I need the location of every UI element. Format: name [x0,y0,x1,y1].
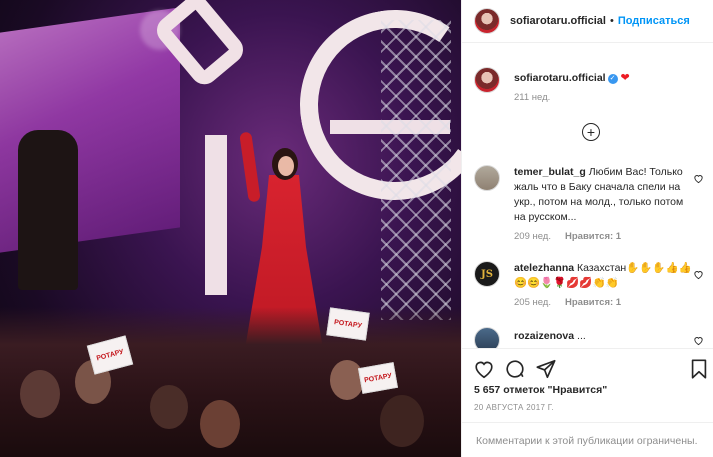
commenter-username[interactable]: temer_bulat_g [514,166,586,178]
author-username[interactable]: sofiarotaru.official [510,15,606,27]
comment-meta: 205 нед. Нравится: 1 [514,295,694,310]
caption-username[interactable]: sofiarotaru.official [514,72,606,84]
commenter-username[interactable]: atelezhanna [514,262,574,274]
author-avatar[interactable] [474,67,500,93]
commenter-avatar[interactable] [474,327,500,348]
comment-body: temer_bulat_g Любим Вас! Только жаль что… [514,165,694,244]
follow-button[interactable]: Подписаться [618,15,690,27]
comment-meta: 209 нед. Нравится: 1 [514,229,694,244]
verified-icon: ✓ [607,74,618,84]
comments-list[interactable]: sofiarotaru.official ✓ ❤ 211 нед. + temer… [462,43,713,348]
comment-likes[interactable]: Нравится: 1 [565,231,621,242]
stage-truss [381,20,451,320]
like-comment-heart-icon[interactable] [693,173,704,184]
bookmark-icon[interactable] [688,358,710,380]
comment-body: atelezhanna Казахстан✋✋✋👍👍😊😊🌷🌹💋💋👏👏 205 н… [514,261,694,310]
fan-sign: РОТАРУ [326,307,370,341]
guitarist [18,130,78,290]
post-photo[interactable]: РОТАРУ РОТАРУ РОТАРУ [0,0,461,457]
like-heart-icon[interactable] [473,358,495,380]
crowd-head [330,360,364,400]
post-sidebar: sofiarotaru.official • Подписаться sofia… [461,0,713,457]
crowd-head [150,385,188,429]
stage-decoration-pillar [205,135,227,295]
commenter-username[interactable]: rozaizenova [514,330,574,342]
post-header: sofiarotaru.official • Подписаться [462,0,713,43]
like-comment-heart-icon[interactable] [693,335,704,346]
comment-time[interactable]: 205 нед. [514,297,551,308]
singer-arm [239,131,261,203]
post-date[interactable]: 20 АВГУСТА 2017 Г. [474,403,554,412]
commenter-avatar[interactable]: JS [474,261,500,287]
singer-face [278,156,294,176]
red-heart-emoji: ❤ [620,72,630,84]
share-icon[interactable] [535,358,557,380]
action-bar [462,348,713,383]
caption-body: sofiarotaru.official ✓ ❤ 211 нед. [514,71,694,105]
load-more-comments-button[interactable]: + [582,123,600,141]
crowd-head [380,395,424,447]
commenter-avatar[interactable] [474,165,500,191]
comments-closed-notice: Комментарии к этой публикации ограничены… [462,422,713,457]
caption-meta: 211 нед. [514,90,694,105]
author-avatar[interactable] [474,8,500,34]
comment-body: rozaizenova ... [514,329,694,344]
comment-time[interactable]: 209 нед. [514,231,551,242]
comment-likes[interactable]: Нравится: 1 [565,297,621,308]
like-count[interactable]: 5 657 отметок "Нравится" [474,384,607,396]
separator-dot: • [609,15,614,27]
crowd-head [20,370,60,418]
comment-icon[interactable] [504,358,526,380]
comment-text: ... [577,330,586,342]
crowd-head [200,400,240,448]
like-comment-heart-icon[interactable] [693,269,704,280]
caption-time[interactable]: 211 нед. [514,92,550,103]
